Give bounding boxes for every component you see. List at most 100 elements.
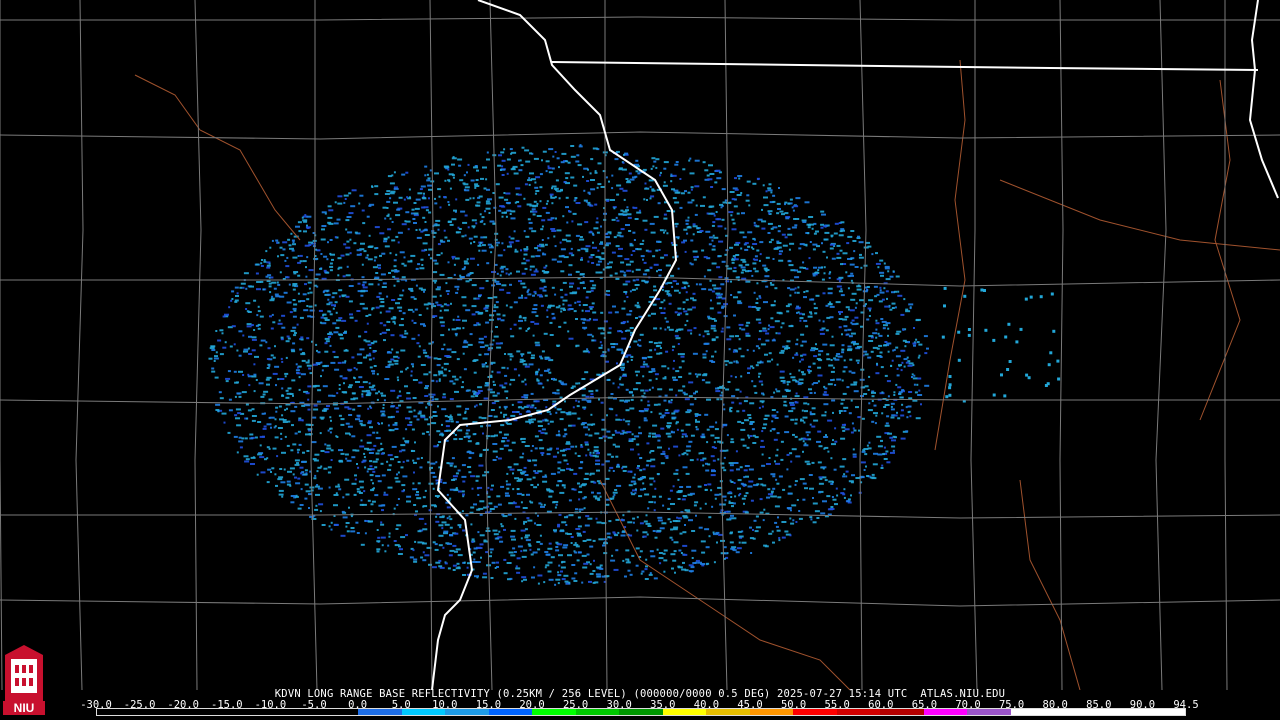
echo-cell	[663, 167, 667, 170]
echo-cell	[481, 244, 486, 247]
echo-cell	[511, 441, 516, 444]
echo-cell	[374, 185, 379, 188]
echo-cell	[897, 294, 903, 297]
echo-cell	[797, 286, 800, 289]
echo-cell	[634, 218, 639, 220]
echo-cell	[384, 245, 390, 248]
echo-cell	[679, 532, 683, 535]
echo-cell	[467, 436, 470, 439]
echo-cell	[461, 235, 465, 238]
echo-cell	[674, 409, 680, 412]
echo-cell	[672, 256, 675, 259]
echo-cell	[687, 191, 691, 194]
echo-cell	[761, 430, 764, 433]
echo-cell	[592, 451, 595, 454]
echo-cell	[236, 451, 239, 454]
echo-cell	[492, 450, 498, 453]
echo-cell	[473, 241, 476, 243]
echo-cell	[688, 564, 694, 567]
echo-cell	[822, 467, 825, 470]
echo-cell	[563, 459, 568, 462]
echo-cell	[410, 254, 416, 257]
echo-cell	[258, 382, 264, 385]
echo-cell	[472, 561, 478, 563]
echo-cell	[779, 351, 785, 354]
echo-cell	[810, 312, 813, 315]
echo-cell	[390, 405, 395, 408]
echo-cell	[279, 295, 285, 298]
echo-cell	[625, 549, 630, 552]
echo-cell	[271, 467, 275, 470]
echo-cell	[793, 205, 799, 208]
echo-cell	[818, 491, 822, 494]
echo-cell	[780, 326, 783, 329]
echo-cell	[850, 332, 856, 335]
echo-cell	[779, 370, 785, 373]
echo-cell	[843, 406, 849, 409]
echo-cell	[490, 577, 494, 579]
echo-cell	[517, 193, 522, 196]
echo-cell	[895, 346, 899, 349]
echo-cell	[795, 343, 799, 346]
echo-cell	[573, 580, 578, 582]
echo-cell	[455, 291, 459, 294]
echo-cell	[504, 353, 506, 355]
echo-cell	[379, 311, 382, 314]
echo-cell	[768, 532, 773, 535]
echo-cell	[871, 420, 875, 423]
echo-cell	[772, 475, 776, 478]
echo-cell	[804, 487, 808, 490]
echo-cell	[830, 370, 835, 373]
echo-cell	[658, 249, 661, 251]
echo-cell	[915, 338, 918, 341]
echo-cell	[410, 289, 414, 292]
echo-cell	[368, 382, 371, 385]
echo-cell	[447, 221, 452, 223]
echo-cell	[368, 313, 372, 316]
echo-cell	[653, 289, 658, 292]
echo-cell	[596, 469, 600, 472]
echo-cell	[752, 442, 757, 444]
echo-cell	[320, 253, 323, 255]
echo-cell	[415, 267, 419, 270]
echo-cell	[821, 242, 823, 245]
echo-cell	[560, 310, 563, 313]
echo-cell	[534, 322, 540, 325]
echo-cell	[810, 349, 816, 352]
echo-cell	[350, 530, 356, 533]
echo-cell	[786, 507, 792, 509]
echo-cell	[359, 253, 362, 255]
echo-cell	[665, 409, 669, 412]
echo-cell	[722, 201, 727, 204]
echo-cell	[262, 288, 265, 291]
echo-cell	[836, 378, 842, 381]
echo-cell	[908, 362, 914, 365]
radar-map[interactable]	[0, 0, 1280, 690]
echo-cell	[764, 414, 770, 417]
echo-cell	[454, 434, 457, 436]
echo-cell	[244, 460, 250, 463]
echo-cell	[623, 271, 626, 274]
echo-cell	[292, 256, 298, 259]
echo-cell	[663, 217, 668, 220]
echo-cell	[562, 454, 567, 457]
echo-cell	[756, 309, 760, 311]
echo-cell	[679, 206, 683, 209]
echo-cell	[657, 516, 663, 519]
echo-cell	[327, 471, 331, 474]
echo-cell	[844, 315, 849, 318]
echo-cell	[620, 383, 624, 386]
echo-cell	[330, 253, 335, 256]
echo-cell	[809, 223, 814, 226]
echo-cell	[362, 222, 366, 225]
echo-cell	[805, 244, 808, 247]
echo-cell	[841, 348, 845, 351]
echo-cell	[695, 428, 699, 431]
echo-cell	[275, 384, 277, 387]
echo-cell	[529, 265, 535, 268]
echo-cell	[868, 441, 871, 444]
echo-cell	[771, 420, 774, 423]
echo-cell	[813, 355, 818, 358]
echo-cell	[214, 376, 219, 379]
echo-cell	[893, 394, 896, 396]
